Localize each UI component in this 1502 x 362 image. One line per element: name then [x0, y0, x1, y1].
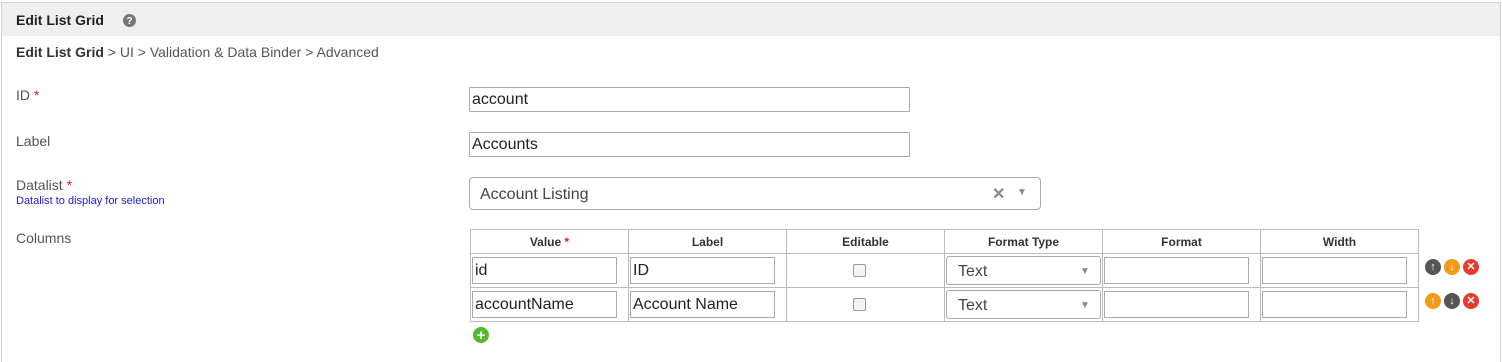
page-title: Edit List Grid — [16, 12, 104, 28]
label-field[interactable] — [469, 132, 910, 157]
move-up-icon[interactable]: ↑ — [1425, 259, 1441, 275]
move-down-icon[interactable]: ↓ — [1444, 293, 1460, 309]
value-input[interactable] — [472, 291, 617, 318]
id-label: ID * — [16, 87, 39, 103]
label-input[interactable] — [630, 257, 775, 284]
columns-label: Columns — [16, 230, 72, 246]
column-header-value: Value * — [470, 229, 629, 254]
delete-icon[interactable]: ✕ — [1463, 259, 1479, 275]
value-input[interactable] — [472, 257, 617, 284]
breadcrumb-separator: > — [137, 44, 146, 60]
chevron-down-icon: ▼ — [1080, 300, 1090, 311]
width-input[interactable] — [1262, 257, 1407, 284]
clear-icon[interactable]: ✕ — [992, 184, 1005, 204]
format-type-value: Text — [958, 263, 988, 280]
breadcrumb-item-advanced[interactable]: Advanced — [317, 44, 379, 60]
breadcrumb-separator: > — [107, 44, 116, 60]
move-up-icon[interactable]: ↑ — [1425, 293, 1441, 309]
move-down-icon[interactable]: ↓ — [1444, 259, 1460, 275]
delete-icon[interactable]: ✕ — [1463, 293, 1479, 309]
datalist-label-text: Datalist — [16, 177, 63, 193]
format-input[interactable] — [1104, 257, 1249, 284]
add-row-icon[interactable]: + — [473, 327, 489, 343]
breadcrumb-current: Edit List Grid — [16, 44, 104, 60]
svg-text:?: ? — [126, 16, 132, 27]
column-header-editable: Editable — [786, 229, 945, 254]
breadcrumb-item-validation[interactable]: Validation & Data Binder — [150, 44, 302, 60]
format-type-select[interactable]: Text ▼ — [946, 256, 1101, 285]
id-field[interactable] — [469, 87, 910, 112]
row-actions: ↑ ↓ ✕ — [1425, 293, 1479, 309]
editable-checkbox[interactable] — [853, 264, 866, 277]
help-icon[interactable]: ? — [123, 14, 136, 27]
chevron-down-icon[interactable]: ▼ — [1017, 187, 1027, 198]
row-actions: ↑ ↓ ✕ — [1425, 259, 1479, 275]
datalist-label: Datalist * — [16, 177, 72, 193]
format-type-select[interactable]: Text ▼ — [946, 290, 1101, 319]
format-type-value: Text — [958, 297, 988, 314]
column-header-format-type: Format Type — [944, 229, 1103, 254]
edit-list-grid-panel: Edit List Grid ? Edit List Grid > UI > V… — [1, 2, 1501, 362]
breadcrumb-separator: > — [305, 44, 314, 60]
column-header-format: Format — [1102, 229, 1261, 254]
column-header-label: Label — [628, 229, 787, 254]
label-label: Label — [16, 133, 51, 149]
columns-grid: Value * Label Editable Format Type Forma… — [470, 229, 1419, 322]
table-row: Text ▼ — [470, 253, 1419, 288]
column-header-value-text: Value — [529, 234, 562, 249]
chevron-down-icon: ▼ — [1080, 266, 1090, 277]
label-input[interactable] — [630, 291, 775, 318]
datalist-selected-value: Account Listing — [480, 186, 589, 203]
table-row: Text ▼ — [470, 287, 1419, 322]
breadcrumb: Edit List Grid > UI > Validation & Data … — [16, 44, 379, 60]
datalist-select[interactable]: Account Listing ✕ ▼ — [469, 177, 1041, 210]
breadcrumb-item-ui[interactable]: UI — [120, 44, 134, 60]
format-input[interactable] — [1104, 291, 1249, 318]
editable-checkbox[interactable] — [853, 298, 866, 311]
title-bar: Edit List Grid ? — [2, 3, 1500, 36]
width-input[interactable] — [1262, 291, 1407, 318]
column-header-width: Width — [1260, 229, 1419, 254]
id-label-text: ID — [16, 87, 30, 103]
required-mark: * — [33, 87, 40, 103]
required-mark: * — [564, 234, 570, 249]
required-mark: * — [66, 177, 73, 193]
datalist-hint: Datalist to display for selection — [16, 195, 165, 207]
